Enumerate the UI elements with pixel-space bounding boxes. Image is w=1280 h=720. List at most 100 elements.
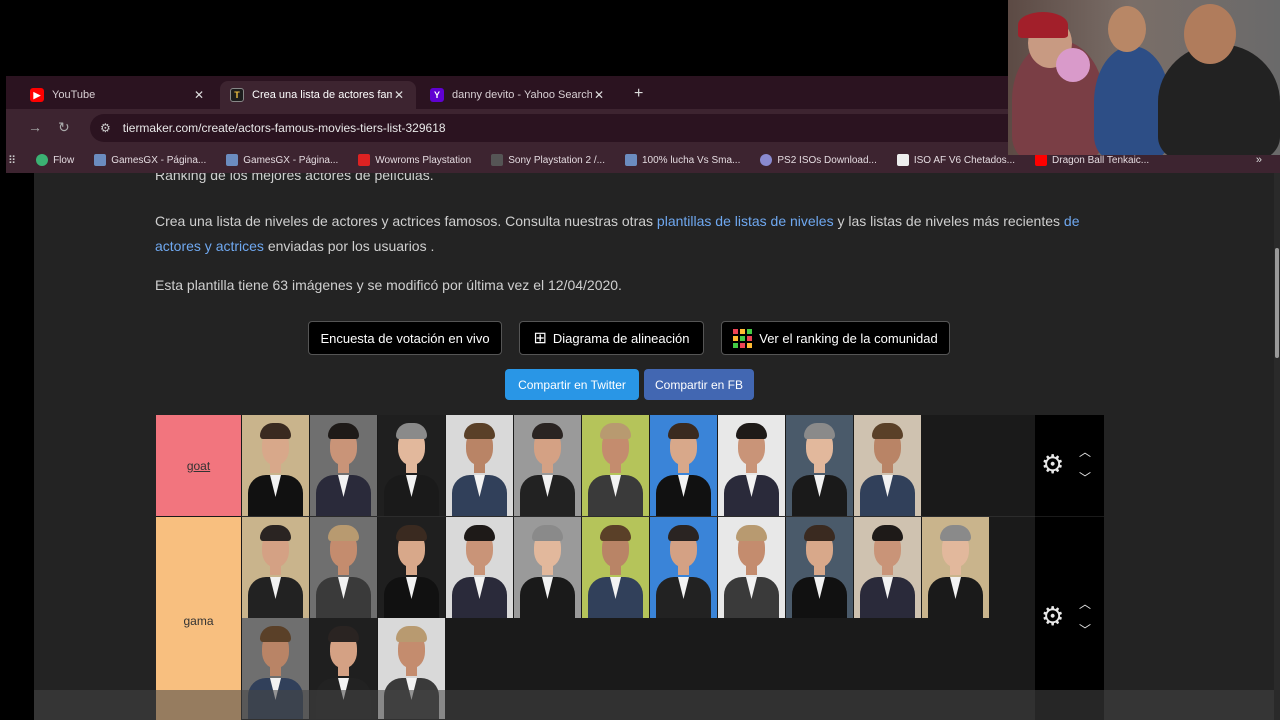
description-text: enviadas por los usuarios . xyxy=(263,238,435,254)
flow-icon xyxy=(36,154,49,166)
document-icon xyxy=(896,154,909,166)
scrollbar-thumb[interactable] xyxy=(1275,248,1279,358)
bookmark-label: Wowroms Playstation xyxy=(375,154,472,166)
globe-icon xyxy=(94,154,107,166)
share-facebook-button[interactable]: Compartir en FB xyxy=(644,369,754,400)
bookmark-wowroms[interactable]: Wowroms Playstation xyxy=(358,154,471,166)
actor-image[interactable] xyxy=(378,415,445,516)
chevron-up-icon[interactable]: ︿ xyxy=(1079,443,1091,460)
actor-image[interactable] xyxy=(650,415,717,516)
tiermaker-icon: T xyxy=(230,88,244,102)
wowroms-icon xyxy=(358,154,371,166)
disc-icon xyxy=(760,154,773,166)
chevron-down-icon[interactable]: ﹀ xyxy=(1079,469,1091,486)
bookmark-flow[interactable]: Flow xyxy=(36,154,74,166)
tier-controls-goat: ⚙ ︿ ﹀ xyxy=(1035,415,1104,516)
youtube-icon: ▶ xyxy=(30,88,44,102)
more-bookmarks-icon[interactable]: » xyxy=(1256,154,1262,166)
actor-image[interactable] xyxy=(310,415,377,516)
youtube-icon xyxy=(1035,154,1048,166)
tier-label-goat[interactable]: goat xyxy=(156,415,241,516)
bookmark-gamesgx-2[interactable]: GamesGX - Página... xyxy=(226,154,338,166)
cup xyxy=(1056,48,1090,82)
actor-image[interactable] xyxy=(514,517,581,618)
tier-list: goat gama ⚙ ︿ ﹀ ⚙ ︿ ﹀ xyxy=(156,415,1104,720)
actor-image[interactable] xyxy=(446,517,513,618)
bookmark-dragonball[interactable]: Dragon Ball Tenkaic... xyxy=(1035,154,1149,166)
bookmark-label: GamesGX - Página... xyxy=(243,154,339,166)
page-subtitle: Ranking de los mejores actores de pelícu… xyxy=(155,173,434,183)
actor-image[interactable] xyxy=(786,415,853,516)
template-info: Esta plantilla tiene 63 imágenes y se mo… xyxy=(155,277,622,293)
bookmark-label: GamesGX - Página... xyxy=(111,154,207,166)
forward-icon[interactable]: → xyxy=(28,119,42,135)
close-icon[interactable]: ✕ xyxy=(392,88,406,102)
actor-image[interactable] xyxy=(378,517,445,618)
actor-image[interactable] xyxy=(242,415,309,516)
close-icon[interactable]: ✕ xyxy=(192,88,206,102)
actor-image[interactable] xyxy=(650,517,717,618)
actor-image[interactable] xyxy=(718,415,785,516)
alignment-chart-button[interactable]: ⊞ Diagrama de alineación xyxy=(519,321,704,355)
bookmark-ps2isos[interactable]: PS2 ISOs Download... xyxy=(760,154,877,166)
description-text: y las listas de niveles más recientes xyxy=(833,213,1064,229)
ranking-icon xyxy=(733,328,753,348)
chevron-down-icon[interactable]: ﹀ xyxy=(1079,621,1091,638)
actor-image[interactable] xyxy=(854,517,921,618)
bookmark-gamesgx-1[interactable]: GamesGX - Página... xyxy=(94,154,206,166)
live-poll-button[interactable]: Encuesta de votación en vivo xyxy=(308,321,502,355)
tab-label: Crea una lista de actores famos xyxy=(252,89,392,101)
tab-youtube[interactable]: ▶ YouTube ✕ xyxy=(20,81,216,109)
chevron-up-icon[interactable]: ︿ xyxy=(1079,595,1091,612)
webcam-overlay xyxy=(1008,0,1280,155)
tier-label-text: gama xyxy=(183,614,214,628)
streamer-right-head xyxy=(1184,4,1236,64)
actor-image[interactable] xyxy=(514,415,581,516)
globe-icon xyxy=(226,154,239,166)
button-label: Ver el ranking de la comunidad xyxy=(759,330,938,346)
actor-image[interactable] xyxy=(242,517,309,618)
actor-image[interactable] xyxy=(718,517,785,618)
site-settings-icon[interactable]: ⚙ xyxy=(100,121,111,135)
bookmark-isoaf[interactable]: ISO AF V6 Chetados... xyxy=(896,154,1016,166)
bookmark-sony[interactable]: Sony Playstation 2 /... xyxy=(491,154,605,166)
close-icon[interactable]: ✕ xyxy=(592,88,606,102)
button-label: Encuesta de votación en vivo xyxy=(320,330,490,346)
tab-tiermaker[interactable]: T Crea una lista de actores famos ✕ xyxy=(220,81,416,109)
bookmark-label: Sony Playstation 2 /... xyxy=(508,154,605,166)
page-scrollbar[interactable] xyxy=(1274,173,1280,720)
url-text: tiermaker.com/create/actors-famous-movie… xyxy=(122,121,446,135)
actor-image[interactable] xyxy=(854,415,921,516)
streamer-middle-head xyxy=(1108,6,1146,52)
actor-image[interactable] xyxy=(786,517,853,618)
tab-yahoo[interactable]: Y danny devito - Yahoo Search Tı ✕ xyxy=(420,81,616,109)
page-content: Ranking de los mejores actores de pelícu… xyxy=(34,173,1280,720)
bookmark-label: 100% lucha Vs Sma... xyxy=(641,154,741,166)
globe-icon xyxy=(624,154,637,166)
bookmark-label: ISO AF V6 Chetados... xyxy=(913,154,1016,166)
gear-icon[interactable]: ⚙ xyxy=(1041,449,1064,480)
button-label: Diagrama de alineación xyxy=(552,330,690,346)
tab-label: YouTube xyxy=(52,89,96,101)
new-tab-icon[interactable]: + xyxy=(634,85,643,103)
share-twitter-button[interactable]: Compartir en Twitter xyxy=(505,369,639,400)
yahoo-icon: Y xyxy=(430,88,444,102)
bookmark-label: PS2 ISOs Download... xyxy=(777,154,877,166)
actor-image[interactable] xyxy=(582,517,649,618)
actor-image[interactable] xyxy=(446,415,513,516)
apps-icon[interactable]: ⠿ xyxy=(8,154,16,167)
community-ranking-button[interactable]: Ver el ranking de la comunidad xyxy=(721,321,950,355)
tier-templates-link[interactable]: plantillas de listas de niveles xyxy=(657,213,834,229)
bookmark-label: Flow xyxy=(53,154,75,166)
description: Crea una lista de niveles de actores y a… xyxy=(155,209,1095,259)
bookmark-label: Dragon Ball Tenkaic... xyxy=(1052,154,1150,166)
actor-image[interactable] xyxy=(310,517,377,618)
bookmark-lucha[interactable]: 100% lucha Vs Sma... xyxy=(624,154,741,166)
gear-icon[interactable]: ⚙ xyxy=(1041,601,1064,632)
actor-image[interactable] xyxy=(922,517,989,618)
game-icon xyxy=(491,154,504,166)
grid-icon: ⊞ xyxy=(533,330,547,347)
reload-icon[interactable]: ↻ xyxy=(58,119,70,136)
red-cap xyxy=(1018,12,1068,38)
actor-image[interactable] xyxy=(582,415,649,516)
